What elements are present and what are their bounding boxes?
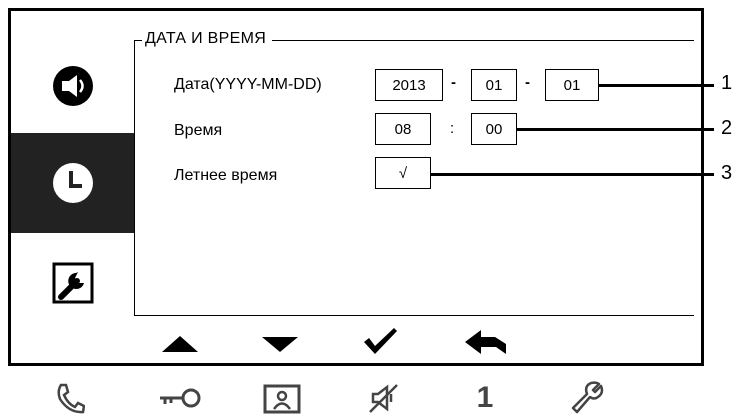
time-label: Время [174, 122, 223, 139]
back-button[interactable] [461, 326, 511, 358]
callout-line [431, 173, 714, 176]
callout-line [517, 128, 714, 131]
checkmark-icon [364, 328, 397, 354]
digit-label: 1 [476, 381, 494, 414]
callout-number: 3 [721, 162, 733, 184]
date-label: Дата(YYYY-MM-DD) [174, 76, 322, 93]
time-hour-field[interactable]: 08 [375, 113, 431, 145]
monitor-button[interactable] [260, 380, 304, 416]
settings-button[interactable] [565, 380, 609, 416]
confirm-button[interactable] [358, 324, 402, 358]
wrench-icon [52, 262, 93, 304]
panel-title: ДАТА И ВРЕМЯ [142, 29, 273, 49]
date-day-field[interactable]: 01 [545, 69, 599, 101]
sidebar-item-settings[interactable] [11, 233, 134, 333]
callout-line [599, 84, 714, 87]
callout-number: 2 [721, 117, 733, 139]
up-button[interactable] [158, 330, 202, 358]
date-separator: - [451, 74, 456, 91]
date-month-field[interactable]: 01 [471, 69, 517, 101]
speaker-icon [52, 66, 93, 106]
mute-icon [369, 384, 398, 413]
down-button[interactable] [258, 330, 302, 358]
one-digit[interactable]: 1 [470, 380, 500, 416]
clock-icon [52, 163, 93, 203]
contact-card-icon [263, 384, 301, 414]
sidebar-item-datetime[interactable] [11, 133, 134, 233]
time-separator: : [450, 120, 455, 137]
time-minute-field[interactable]: 00 [471, 113, 517, 145]
dst-checkbox[interactable]: √ [375, 157, 431, 189]
dst-label: Летнее время [174, 167, 278, 184]
call-button[interactable] [50, 380, 90, 416]
phone-icon [57, 383, 85, 414]
key-icon [160, 388, 201, 408]
sidebar-item-sound[interactable] [11, 36, 134, 136]
arrow-up-icon [162, 336, 198, 352]
date-separator: - [525, 74, 530, 91]
unlock-button[interactable] [155, 380, 205, 416]
callout-number: 1 [721, 72, 733, 94]
back-arrow-icon [465, 330, 506, 354]
mute-button[interactable] [364, 380, 404, 416]
date-year-field[interactable]: 2013 [375, 69, 443, 101]
sidebar [11, 11, 134, 363]
arrow-down-icon [262, 337, 298, 352]
wrench-outline-icon [571, 381, 604, 414]
